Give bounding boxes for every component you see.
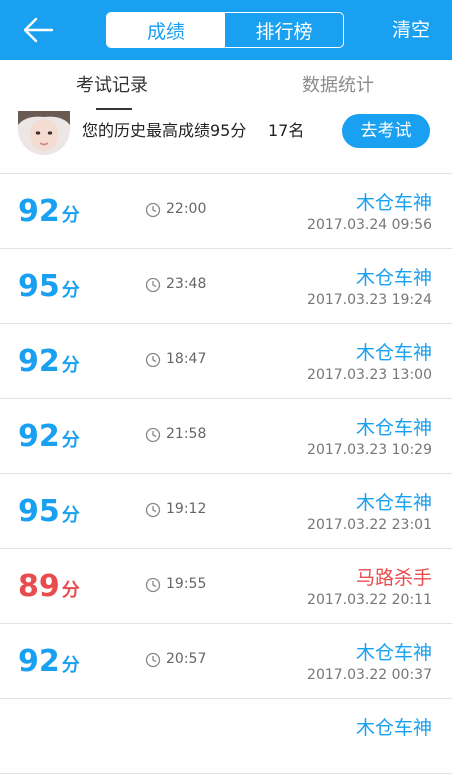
score: 92 分 [18,419,80,454]
record-date: 2017.03.23 19:24 [307,292,432,308]
record-title: 木仓车神 [355,717,432,739]
subtab-statistics[interactable]: 数据统计 [302,60,374,112]
duration-time: 23:48 [166,276,207,292]
record-date: 2017.03.23 10:29 [307,442,432,458]
best-score-text: 您的历史最高成绩95分 [82,121,247,140]
record-row[interactable]: 89 分 19:55 马路杀手 2017.03.22 20:11 [0,549,452,624]
duration-time: 19:55 [166,576,207,592]
active-tab-indicator [96,108,132,110]
record-title: 木仓车神 [355,417,432,439]
score: 92 分 [18,344,80,379]
record-date: 2017.03.22 00:37 [307,667,432,683]
record-title: 马路杀手 [355,567,432,589]
record-row[interactable]: 95 分 23:48 木仓车神 2017.03.23 19:24 [0,249,452,324]
clock-icon [145,427,161,443]
score: 92 分 [18,194,80,229]
clock-icon [145,352,161,368]
clear-button[interactable]: 清空 [392,0,430,60]
subtab-exam-records[interactable]: 考试记录 [76,60,148,112]
record-date: 2017.03.22 20:11 [307,592,432,608]
record-row[interactable]: 92 分 22:00 木仓车神 2017.03.24 09:56 [0,174,452,249]
record-title: 木仓车神 [355,267,432,289]
avatar [18,111,70,155]
segmented-tabs: 成绩 排行榜 [106,12,344,48]
record-title: 木仓车神 [355,342,432,364]
clock-icon [145,577,161,593]
record-date: 2017.03.23 13:00 [307,367,432,383]
record-date: 2017.03.22 23:01 [307,517,432,533]
score: 95 分 [18,494,80,529]
tab-leaderboard[interactable]: 排行榜 [225,13,343,47]
duration-time: 20:57 [166,651,207,667]
record-title: 木仓车神 [355,642,432,664]
go-exam-button[interactable]: 去考试 [342,114,430,148]
record-row[interactable]: 92 分 18:47 木仓车神 2017.03.23 13:00 [0,324,452,399]
rank-text: 17名 [268,121,305,140]
duration-time: 19:12 [166,501,207,517]
duration-time: 18:47 [166,351,207,367]
clock-icon [145,652,161,668]
clock-icon [145,277,161,293]
record-row[interactable]: 95 分 19:12 木仓车神 2017.03.22 23:01 [0,474,452,549]
score: 89 分 [18,569,80,604]
record-row[interactable]: 92 分 21:58 木仓车神 2017.03.23 10:29 [0,399,452,474]
exam-record-list: 92 分 22:00 木仓车神 2017.03.24 09:56 95 分 23:4… [0,174,452,774]
record-date: 2017.03.24 09:56 [307,217,432,233]
back-arrow-icon[interactable] [20,14,56,46]
clock-icon [145,202,161,218]
duration-time: 21:58 [166,426,207,442]
tab-scores[interactable]: 成绩 [107,13,225,47]
best-score-summary: 您的历史最高成绩95分 17名 去考试 [0,111,452,174]
score: 95 分 [18,269,80,304]
record-row[interactable]: 木仓车神 [0,699,452,774]
sub-tab-bar: 考试记录 数据统计 [0,60,452,113]
top-bar: 成绩 排行榜 清空 [0,0,452,60]
clock-icon [145,502,161,518]
record-row[interactable]: 92 分 20:57 木仓车神 2017.03.22 00:37 [0,624,452,699]
record-title: 木仓车神 [355,192,432,214]
score: 92 分 [18,644,80,679]
duration-time: 22:00 [166,201,207,217]
record-title: 木仓车神 [355,492,432,514]
